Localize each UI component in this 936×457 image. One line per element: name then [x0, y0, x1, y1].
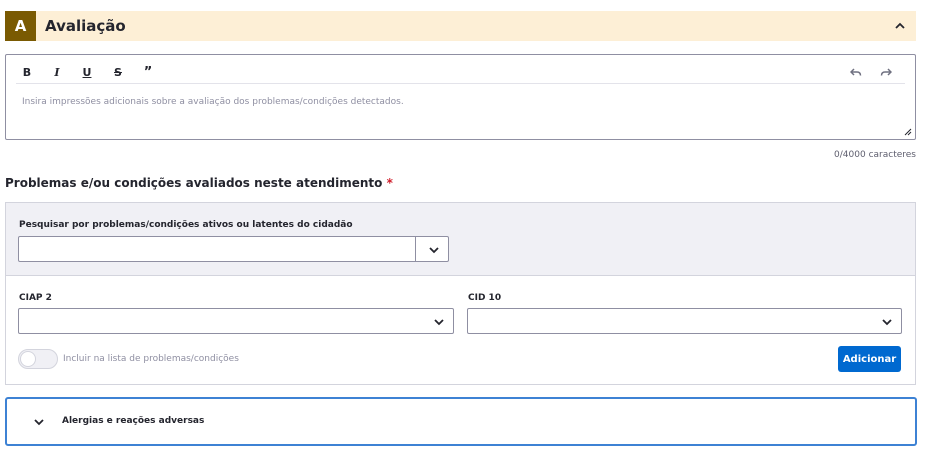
chevron-down-icon[interactable] [433, 317, 445, 326]
toggle-knob [20, 351, 36, 367]
chevron-up-icon[interactable] [894, 21, 906, 31]
section-header[interactable]: A Avaliação [5, 11, 916, 41]
add-button[interactable]: Adicionar [838, 346, 901, 372]
cid-select[interactable] [467, 308, 902, 334]
editor-placeholder: Insira impressões adicionais sobre a ava… [22, 97, 404, 107]
problems-title: Problemas e/ou condições avaliados neste… [5, 176, 393, 190]
undo-icon [850, 68, 862, 76]
cid-label: CID 10 [468, 293, 502, 303]
ciap-label: CIAP 2 [19, 293, 52, 303]
italic-button[interactable]: I [48, 63, 66, 81]
redo-button[interactable] [877, 63, 895, 81]
resize-handle-icon[interactable] [904, 128, 912, 136]
chevron-down-icon[interactable] [428, 245, 440, 254]
bold-button[interactable]: B [18, 63, 36, 81]
undo-button[interactable] [847, 63, 865, 81]
required-mark: * [386, 176, 393, 190]
section-title: Avaliação [45, 17, 126, 35]
editor-toolbar: B I U S ” [16, 60, 905, 84]
section-badge: A [5, 11, 36, 41]
redo-icon [880, 68, 892, 76]
include-list-label: Incluir na lista de problemas/condições [63, 354, 239, 364]
ciap-select[interactable] [18, 308, 454, 334]
include-list-toggle[interactable] [18, 349, 58, 369]
chevron-down-icon[interactable] [881, 317, 893, 326]
underline-button[interactable]: U [78, 63, 96, 81]
problems-search-select[interactable] [18, 236, 449, 262]
character-counter: 0/4000 caracteres [834, 150, 916, 160]
rich-text-editor[interactable]: B I U S ” Insira impressões adicionais s… [5, 54, 916, 140]
problems-title-text: Problemas e/ou condições avaliados neste… [5, 176, 383, 190]
select-divider [415, 237, 416, 261]
search-label: Pesquisar por problemas/condições ativos… [19, 220, 353, 230]
quote-button[interactable]: ” [139, 63, 157, 81]
allergies-accordion[interactable]: Alergias e reações adversas [5, 397, 917, 446]
codes-panel: CIAP 2 CID 10 Incluir na lista de proble… [5, 275, 916, 385]
allergies-label: Alergias e reações adversas [62, 416, 205, 426]
problems-search-panel: Pesquisar por problemas/condições ativos… [5, 202, 916, 275]
strikethrough-button[interactable]: S [109, 63, 127, 81]
chevron-down-icon[interactable] [33, 417, 45, 426]
